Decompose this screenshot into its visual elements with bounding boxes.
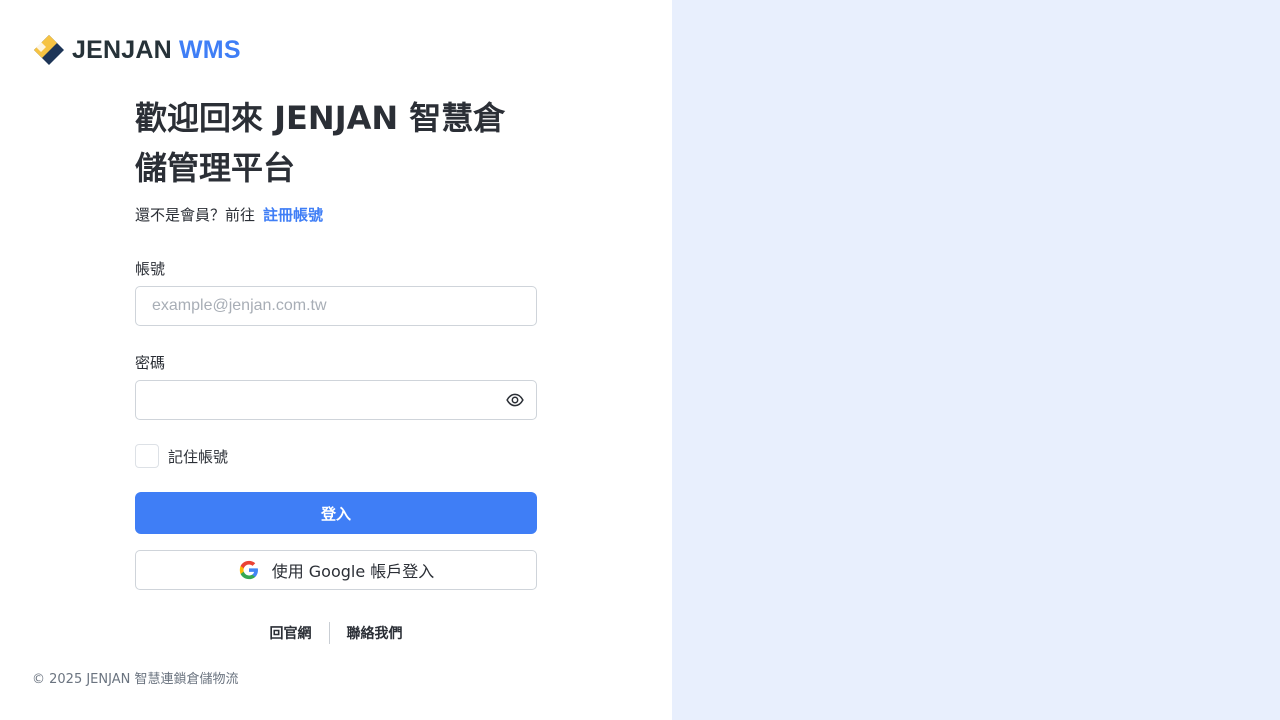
login-form: 歡迎回來 JENJAN 智慧倉儲管理平台 還不是會員？前往 註冊帳號 帳號 密碼… xyxy=(135,93,537,644)
signup-prompt: 還不是會員？前往 xyxy=(135,205,256,224)
password-field[interactable] xyxy=(135,380,537,420)
login-pane: JENJAN WMS 歡迎回來 JENJAN 智慧倉儲管理平台 還不是會員？前往… xyxy=(0,0,672,720)
remember-row: 記住帳號 xyxy=(135,444,228,468)
password-input[interactable] xyxy=(152,381,506,419)
remember-checkbox[interactable] xyxy=(135,444,159,468)
remember-label[interactable]: 記住帳號 xyxy=(168,446,228,467)
contact-link[interactable]: 聯絡我們 xyxy=(330,623,420,643)
login-button[interactable]: 登入 xyxy=(135,492,537,534)
jenjan-logo-icon xyxy=(34,35,64,65)
footer-links: 回官網 聯絡我們 xyxy=(135,622,537,644)
copyright-text: © 2025 JENJAN 智慧連鎖倉儲物流 xyxy=(32,672,239,687)
brand-name-accent: WMS xyxy=(179,35,241,64)
page-title: 歡迎回來 JENJAN 智慧倉儲管理平台 xyxy=(135,99,506,187)
brand-name: JENJAN WMS xyxy=(72,35,241,64)
website-link[interactable]: 回官網 xyxy=(253,623,329,643)
google-login-label: 使用 Google 帳戶登入 xyxy=(271,562,435,581)
signup-row: 還不是會員？前往 註冊帳號 xyxy=(135,204,537,224)
account-input[interactable] xyxy=(152,287,520,325)
password-label: 密碼 xyxy=(135,354,166,372)
brand-logo[interactable]: JENJAN WMS xyxy=(32,33,241,67)
google-login-button[interactable]: 使用 Google 帳戶登入 xyxy=(135,550,537,590)
google-icon xyxy=(239,560,258,580)
account-label: 帳號 xyxy=(135,260,166,278)
signup-link[interactable]: 註冊帳號 xyxy=(263,204,323,225)
eye-icon[interactable] xyxy=(506,391,524,409)
account-field[interactable] xyxy=(135,286,537,326)
illustration-panel xyxy=(672,0,1280,720)
